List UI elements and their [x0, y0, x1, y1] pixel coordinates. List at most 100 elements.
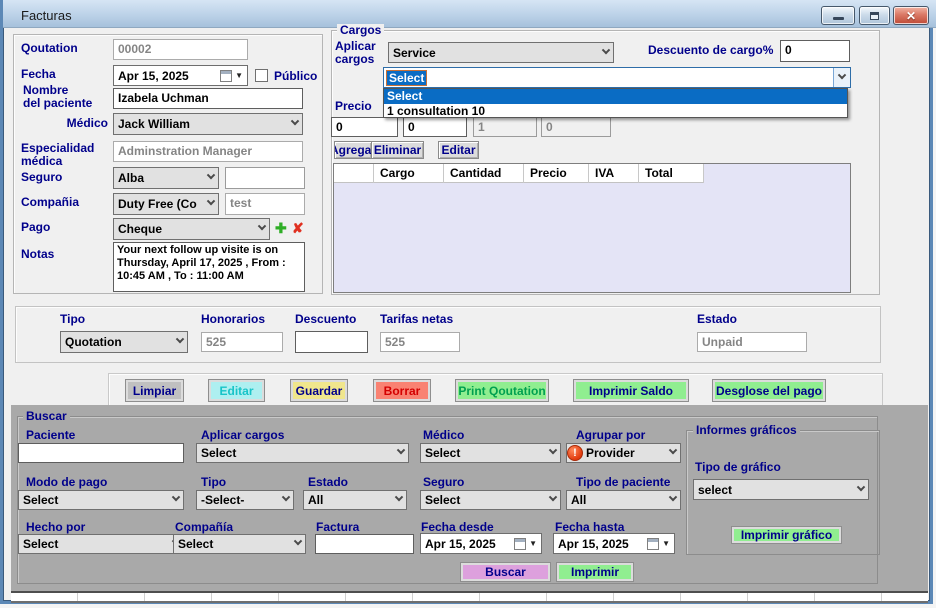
maximize-button[interactable] [859, 6, 890, 25]
search-panel: Buscar Paciente Aplicar cargos Select Mé… [11, 405, 928, 591]
quotation-label: Qoutation [21, 42, 78, 55]
tipo-label: Tipo [60, 313, 85, 326]
notas-textarea[interactable]: Your next follow up visite is on Thursda… [113, 242, 305, 292]
charge-combobox-dropdown-button[interactable] [833, 68, 850, 87]
table-header-iva[interactable]: IVA [589, 164, 639, 183]
results-grid-header [11, 591, 928, 603]
guardar-button[interactable]: Guardar [290, 379, 348, 402]
minimize-icon [833, 17, 844, 20]
eliminar-button[interactable]: Eliminar [371, 141, 424, 159]
table-header-cargo[interactable]: Cargo [374, 164, 444, 183]
hecho-por-label: Hecho por [26, 521, 85, 534]
close-icon: ✕ [906, 10, 916, 22]
precio-field-2[interactable]: 0 [403, 117, 467, 137]
buscar-group-label: Buscar [23, 410, 70, 422]
tarifas-netas-field: 525 [380, 332, 460, 352]
borrar-button[interactable]: Borrar [373, 379, 431, 402]
maximize-icon [870, 12, 879, 20]
descuento-cargo-field[interactable]: 0 [780, 40, 850, 62]
pago-select[interactable]: Cheque [113, 218, 270, 240]
warning-icon[interactable]: ! [567, 445, 583, 461]
table-header-total[interactable]: Total [639, 164, 704, 183]
hecho-por-select[interactable]: Select [18, 534, 184, 554]
chevron-down-icon [291, 117, 299, 125]
pago-label: Pago [21, 221, 50, 234]
window-frame: Facturas ✕ Qoutation 00002 Fecha Apr 15,… [0, 0, 933, 604]
descuento-cargo-label: Descuento de cargo% [648, 44, 773, 57]
compania-extra-field: test [225, 193, 305, 215]
tipo-select[interactable]: Quotation [60, 331, 188, 353]
search-compania-label: Compañía [175, 521, 233, 534]
print-qoutation-button[interactable]: Print Qoutation [455, 379, 549, 402]
search-compania-select[interactable]: Select [173, 534, 306, 554]
estado-field: Unpaid [697, 332, 807, 352]
honorarios-label: Honorarios [201, 313, 265, 326]
informes-group-label: Informes gráficos [693, 424, 800, 436]
compania-select[interactable]: Duty Free (Co [113, 193, 219, 215]
chevron-down-icon [176, 335, 184, 343]
desglose-pago-button[interactable]: Desglose del pago [712, 379, 826, 402]
add-icon[interactable]: ✚ [275, 221, 287, 235]
dropdown-option-select[interactable]: Select [384, 89, 847, 104]
close-button[interactable]: ✕ [893, 6, 929, 25]
precio-field-1[interactable]: 0 [331, 117, 398, 137]
fecha-hasta-datepicker[interactable]: Apr 15, 2025 ▼ [553, 533, 675, 554]
charge-combobox[interactable]: Select [383, 67, 851, 88]
imprimir-saldo-button[interactable]: Imprimir Saldo [573, 379, 689, 402]
table-header-cantidad[interactable]: Cantidad [444, 164, 524, 183]
paciente-search-input[interactable] [18, 443, 184, 463]
chevron-down-icon [669, 446, 677, 454]
seguro-extra-field[interactable] [225, 167, 305, 189]
seguro-select[interactable]: Alba [113, 167, 219, 189]
search-tipo-select[interactable]: -Select- [196, 490, 294, 510]
calendar-icon [220, 70, 232, 82]
publico-checkbox[interactable] [255, 69, 268, 82]
editar-button[interactable]: Editar [208, 379, 265, 402]
facturas-window: Facturas ✕ Qoutation 00002 Fecha Apr 15,… [0, 0, 936, 608]
modo-pago-select[interactable]: Select [18, 490, 184, 510]
imprimir-grafico-button[interactable]: Imprimir gráfico [731, 526, 842, 544]
delete-icon[interactable]: ✘ [292, 221, 304, 235]
chevron-down-icon [549, 446, 557, 454]
precio-label: Precio [335, 100, 372, 113]
service-select[interactable]: Service [388, 42, 614, 63]
agrupar-por-select[interactable]: Provider [566, 443, 681, 463]
charges-table-header: Cargo Cantidad Precio IVA Total [334, 164, 704, 183]
total-field: 0 [541, 117, 611, 137]
minimize-button[interactable] [821, 6, 855, 25]
chevron-down-icon [602, 45, 610, 53]
chevron-down-icon [172, 493, 180, 501]
charges-table: Cargo Cantidad Precio IVA Total [333, 163, 851, 293]
dropdown-option-consultation[interactable]: 1 consultation 10 [384, 104, 847, 119]
fecha-desde-datepicker[interactable]: Apr 15, 2025 ▼ [420, 533, 542, 554]
buscar-button[interactable]: Buscar [460, 562, 551, 582]
tipo-paciente-select[interactable]: All [566, 490, 681, 510]
title-bar: Facturas ✕ [3, 0, 936, 28]
quotation-field: 00002 [113, 39, 248, 60]
window-title: Facturas [21, 8, 72, 23]
search-medico-select[interactable]: Select [420, 443, 561, 463]
dropdown-arrow-icon: ▼ [662, 540, 670, 548]
imprimir-button[interactable]: Imprimir [556, 562, 634, 582]
agregar-button[interactable]: Agregar [334, 141, 372, 159]
fecha-datepicker[interactable]: Apr 15, 2025 ▼ [113, 65, 248, 86]
tipo-grafico-select[interactable]: select [693, 479, 869, 500]
limpiar-button[interactable]: Limpiar [125, 379, 184, 402]
medico-select[interactable]: Jack William [113, 113, 303, 135]
nombre-field[interactable]: Izabela Uchman [113, 88, 303, 109]
search-estado-select[interactable]: All [303, 490, 407, 510]
factura-input[interactable] [315, 534, 414, 554]
chevron-down-icon [395, 493, 403, 501]
honorarios-field: 525 [201, 332, 283, 352]
modo-pago-label: Modo de pago [26, 476, 107, 489]
descuento-field[interactable] [295, 331, 368, 353]
search-seguro-select[interactable]: Select [420, 490, 561, 510]
medico-label: Médico [58, 117, 108, 130]
seguro-label: Seguro [21, 171, 62, 184]
search-aplicar-select[interactable]: Select [196, 443, 409, 463]
chevron-down-icon [857, 482, 865, 490]
editar-small-button[interactable]: Editar [438, 141, 479, 159]
chevron-down-icon [294, 537, 302, 545]
table-header-precio[interactable]: Precio [524, 164, 589, 183]
chevron-down-icon [397, 446, 405, 454]
